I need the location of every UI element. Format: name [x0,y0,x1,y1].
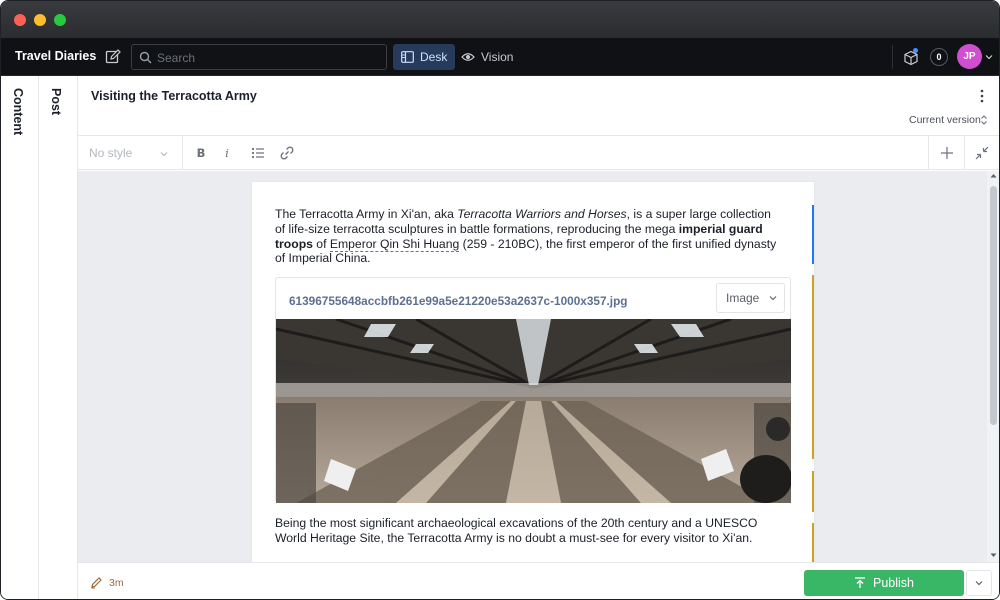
emperor-link[interactable]: Emperor Qin Shi Huang [329,236,460,252]
more-options-icon[interactable] [978,88,986,104]
last-edited-time: 3m [109,577,124,589]
scroll-up-arrow-icon[interactable] [990,173,997,178]
collapse-icon[interactable] [974,145,990,161]
maximize-window-button[interactable] [54,14,66,26]
toolbar-divider [928,136,929,170]
minimize-window-button[interactable] [34,14,46,26]
chevron-down-icon[interactable] [985,54,993,60]
app-title[interactable]: Travel Diaries [15,49,96,63]
search-icon [139,51,152,64]
compose-icon[interactable] [105,49,121,65]
document-page: The Terracotta Army in Xi'an, aka Terrac… [252,182,814,562]
terracotta-army-photo [276,319,791,503]
vision-tool-button[interactable]: Vision [453,44,521,70]
desk-tool-label: Desk [420,50,448,64]
chevron-down-icon[interactable] [160,151,168,157]
paragraph-unesco[interactable]: Being the most significant archaeologica… [275,516,779,546]
avatar[interactable]: JP [957,44,982,69]
block-type-menu[interactable]: Image [716,283,785,313]
italic-text: Terracotta Warriors and Horses [457,207,627,221]
search-placeholder: Search [157,51,196,65]
editor-toolbar: No style B i [78,135,999,170]
paragraph-intro[interactable]: The Terracotta Army in Xi'an, aka Terrac… [275,207,779,266]
navbar-divider [892,45,893,69]
toolbar-divider [964,136,965,170]
change-marker-blue [812,205,814,264]
desk-icon [401,51,414,63]
app-navbar: Travel Diaries Search Desk Vision 0 JP [1,38,999,76]
chevron-up-down-icon[interactable] [980,114,988,126]
change-marker-yellow [812,471,814,512]
content-pane-label: Content [11,88,25,136]
publish-options-button[interactable] [966,570,992,596]
editor-canvas: The Terracotta Army in Xi'an, aka Terrac… [78,171,987,562]
insert-plus-icon[interactable] [939,145,955,161]
chevron-down-icon [975,581,983,586]
document-title: Visiting the Terracotta Army [91,89,257,103]
content-pane-tab[interactable]: Content [1,76,39,599]
bullet-list-icon[interactable] [250,145,266,161]
pencil-icon [91,577,102,589]
status-dot [913,48,918,53]
link-icon[interactable] [279,145,295,161]
notification-badge[interactable]: 0 [930,48,948,66]
chevron-down-icon [769,296,777,301]
toolbar-divider [182,136,183,170]
change-marker-yellow [812,523,814,562]
image-block[interactable]: 61396755648accbfb261e99a5e21220e53a2637c… [275,277,791,503]
scrollbar-thumb[interactable] [990,186,997,425]
vision-tool-label: Vision [481,50,514,64]
image-filename[interactable]: 61396755648accbfb261e99a5e21220e53a2637c… [289,294,627,308]
desk-tool-button[interactable]: Desk [393,44,456,70]
italic-button[interactable]: i [219,145,235,161]
title-bar [1,1,999,38]
block-type-label: Image [726,291,760,305]
search-input[interactable]: Search [131,44,387,70]
publish-arrow-icon [855,577,865,588]
eye-icon [461,53,475,61]
publish-button[interactable]: Publish [804,570,964,596]
version-selector[interactable]: Current version [909,114,981,126]
text-style-select[interactable]: No style [89,146,132,160]
post-pane-label: Post [49,88,63,116]
vertical-scrollbar[interactable] [987,171,999,562]
document-pane: Visiting the Terracotta Army Current ver… [78,76,999,599]
scroll-down-arrow-icon[interactable] [990,553,997,558]
document-footer: 3m Publish [78,562,999,599]
change-marker-yellow [812,275,814,459]
publish-label: Publish [873,576,914,590]
app-window: Travel Diaries Search Desk Vision 0 JP C… [0,0,1000,600]
post-pane-tab[interactable]: Post [39,76,78,599]
bold-button[interactable]: B [193,145,209,161]
close-window-button[interactable] [14,14,26,26]
